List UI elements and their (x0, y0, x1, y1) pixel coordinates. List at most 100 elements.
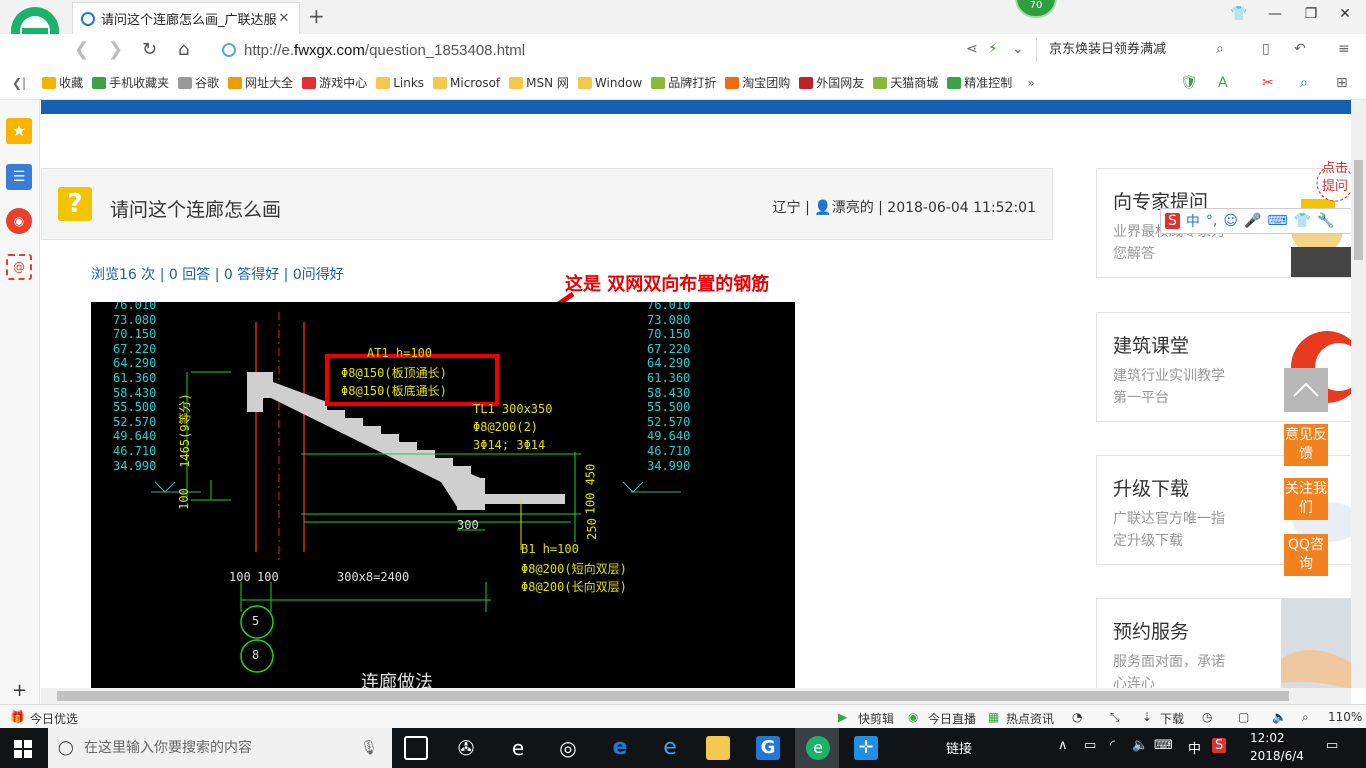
qq-consult-button[interactable]: QQ咨询 (1284, 534, 1328, 576)
bookmark-item[interactable]: 收藏 (42, 74, 83, 91)
mail-icon[interactable]: @ (6, 254, 32, 280)
quick-edit-link[interactable]: 快剪辑 (858, 710, 894, 727)
url-field[interactable]: http://e.fwxgx.com/question_1853408.html (222, 38, 1030, 62)
bookmark-item[interactable]: MSN 网 (509, 74, 569, 91)
sogou-icon[interactable]: S (1165, 213, 1180, 229)
translate-icon[interactable]: A (1218, 75, 1228, 91)
ime-toolbar[interactable]: S 中 °, ☺ 🎤 ⌨ 👕 🔧 (1160, 208, 1366, 234)
feedback-button[interactable]: 意见反馈 (1284, 424, 1328, 466)
undo-icon[interactable]: ↶ (1294, 41, 1306, 57)
menu-icon[interactable]: ≡ (1338, 41, 1350, 57)
keyboard-icon[interactable]: ⌨ (1154, 738, 1173, 753)
new-tab-button[interactable]: + (308, 4, 325, 28)
favorites-star-icon[interactable]: ★ (6, 118, 32, 144)
bookmark-item[interactable]: 品牌打折 (651, 74, 716, 91)
taskbar-search-input[interactable]: ◯ 在这里输入你要搜索的内容 🎙 (48, 728, 392, 768)
question-stats[interactable]: 浏览16 次 | 0 回答 | 0 答得好 | 0问得好 (91, 264, 344, 284)
find-icon[interactable]: ⌕ (1300, 75, 1308, 91)
apps-grid-icon[interactable]: ⊞ (1336, 75, 1348, 91)
bookmark-item[interactable]: 淘宝团购 (725, 74, 790, 91)
taskbar-link-label[interactable]: 链接 (946, 738, 972, 757)
share-icon[interactable]: ⋖ (966, 41, 978, 57)
shrink-icon[interactable]: ⤡ (1110, 710, 1120, 725)
ime-item[interactable]: ☺ (1223, 213, 1238, 229)
zoom-icon[interactable]: ⌕ (1302, 710, 1309, 725)
file-explorer-icon[interactable] (706, 736, 730, 760)
vertical-scroll-thumb[interactable] (1354, 160, 1363, 260)
close-window-button[interactable]: ✕ (1334, 6, 1356, 28)
horizontal-scroll-thumb[interactable] (57, 691, 1289, 701)
task-view-icon[interactable] (404, 736, 428, 760)
ime-item[interactable]: 中 (1186, 211, 1200, 231)
volume-icon[interactable]: 🔈 (1132, 738, 1148, 753)
clock-date[interactable]: 2018/6/4 (1250, 749, 1304, 763)
notification-icon[interactable]: ▭ (1326, 738, 1338, 753)
swirl-app-icon[interactable]: ◎ (556, 736, 580, 760)
more-bookmarks-icon[interactable]: » (1027, 76, 1034, 90)
fan-app-icon[interactable]: ✇ (454, 736, 478, 760)
zoom-level[interactable]: 110% (1328, 710, 1362, 724)
clock-time[interactable]: 12:02 (1250, 731, 1285, 745)
live-link[interactable]: 今日直播 (928, 710, 976, 727)
bookmark-item[interactable]: 谷歌 (178, 74, 219, 91)
chevron-down-icon[interactable]: ⌄ (1012, 41, 1024, 57)
news-icon[interactable]: ▦ (988, 710, 999, 724)
lightning-icon[interactable]: ⚡ (988, 41, 998, 57)
download-icon[interactable]: ⇣ (1142, 710, 1152, 724)
bookmark-item[interactable]: 精准控制 (947, 74, 1012, 91)
live-icon[interactable]: ◉ (908, 710, 918, 724)
follow-us-button[interactable]: 关注我们 (1284, 478, 1328, 520)
remote-app-icon[interactable]: ✛ (854, 736, 878, 760)
restore-button[interactable]: ❐ (1300, 6, 1322, 28)
forward-button[interactable]: ❯ (108, 39, 123, 60)
add-sidebar-button[interactable]: + (12, 680, 27, 701)
gift-icon[interactable]: 🎁 (10, 710, 25, 724)
weibo-icon[interactable]: ◉ (6, 208, 32, 234)
card-appointment[interactable]: 预约服务 服务面对面，承诺心连心 (1096, 598, 1351, 688)
bookmark-item[interactable]: Window (577, 76, 642, 90)
ime-item[interactable]: °, (1206, 213, 1217, 229)
ime-item[interactable]: ⌨ (1267, 213, 1287, 229)
vertical-scrollbar[interactable] (1351, 100, 1366, 688)
active-tab[interactable]: 请问这个连廊怎么画_广联达服务 ✕ (72, 2, 300, 34)
minimize-button[interactable]: — (1264, 6, 1286, 28)
windows-start-icon[interactable] (14, 740, 32, 758)
back-to-top-button[interactable] (1284, 368, 1328, 412)
speed-icon[interactable]: ◔ (1072, 710, 1082, 724)
microphone-icon[interactable]: 🎙 (360, 728, 378, 768)
refresh-button[interactable]: ↻ (142, 39, 157, 60)
bookmark-item[interactable]: Links (376, 76, 424, 90)
horizontal-scrollbar[interactable] (41, 688, 1351, 704)
search-icon[interactable]: ⌕ (1216, 41, 1224, 57)
security-icon[interactable]: 🛡 (1180, 75, 1198, 91)
glodon-app-icon[interactable]: G (756, 736, 780, 760)
collapse-sidebar-icon[interactable]: ❮| (12, 76, 26, 90)
wifi-icon[interactable]: ◜ (1110, 738, 1115, 753)
tray-chevron-icon[interactable]: ∧ (1058, 738, 1068, 753)
reading-list-icon[interactable]: ☰ (6, 164, 32, 190)
sound-icon[interactable]: 🔈 (1272, 710, 1287, 724)
battery-icon[interactable]: ▭ (1084, 738, 1096, 753)
ime-item[interactable]: 🎤 (1244, 213, 1261, 229)
score-badge[interactable]: 70 (1015, 0, 1057, 18)
shirt-icon[interactable]: 👕 (1228, 6, 1250, 28)
history-icon[interactable]: ◷ (1202, 710, 1212, 724)
ime-language-indicator[interactable]: 中 (1188, 738, 1201, 757)
browser-taskbar-icon[interactable]: e (806, 736, 830, 760)
internet-explorer-icon[interactable]: e (658, 736, 682, 760)
scissors-icon[interactable]: ✂ (1262, 75, 1274, 91)
bookmark-item[interactable]: 手机收藏夹 (92, 74, 169, 91)
bookmark-item[interactable]: 天猫商城 (873, 74, 938, 91)
search-input[interactable]: 京东焕装日领券满减 (1036, 38, 1238, 62)
bookmark-item[interactable]: 网址大全 (228, 74, 293, 91)
window-icon[interactable]: ▢ (1238, 710, 1249, 724)
bookmark-item[interactable]: 游戏中心 (302, 74, 367, 91)
news-link[interactable]: 热点资讯 (1006, 710, 1054, 727)
edge-legacy-icon[interactable]: e (506, 736, 530, 760)
today-picks-link[interactable]: 今日优选 (30, 710, 78, 727)
back-button[interactable]: ❮ (74, 39, 89, 60)
bookmark-item[interactable]: 外国网友 (799, 74, 864, 91)
bookmark-item[interactable]: Microsof (433, 76, 500, 90)
sogou-tray-icon[interactable]: S (1212, 738, 1227, 753)
ime-item[interactable]: 🔧 (1317, 213, 1334, 229)
